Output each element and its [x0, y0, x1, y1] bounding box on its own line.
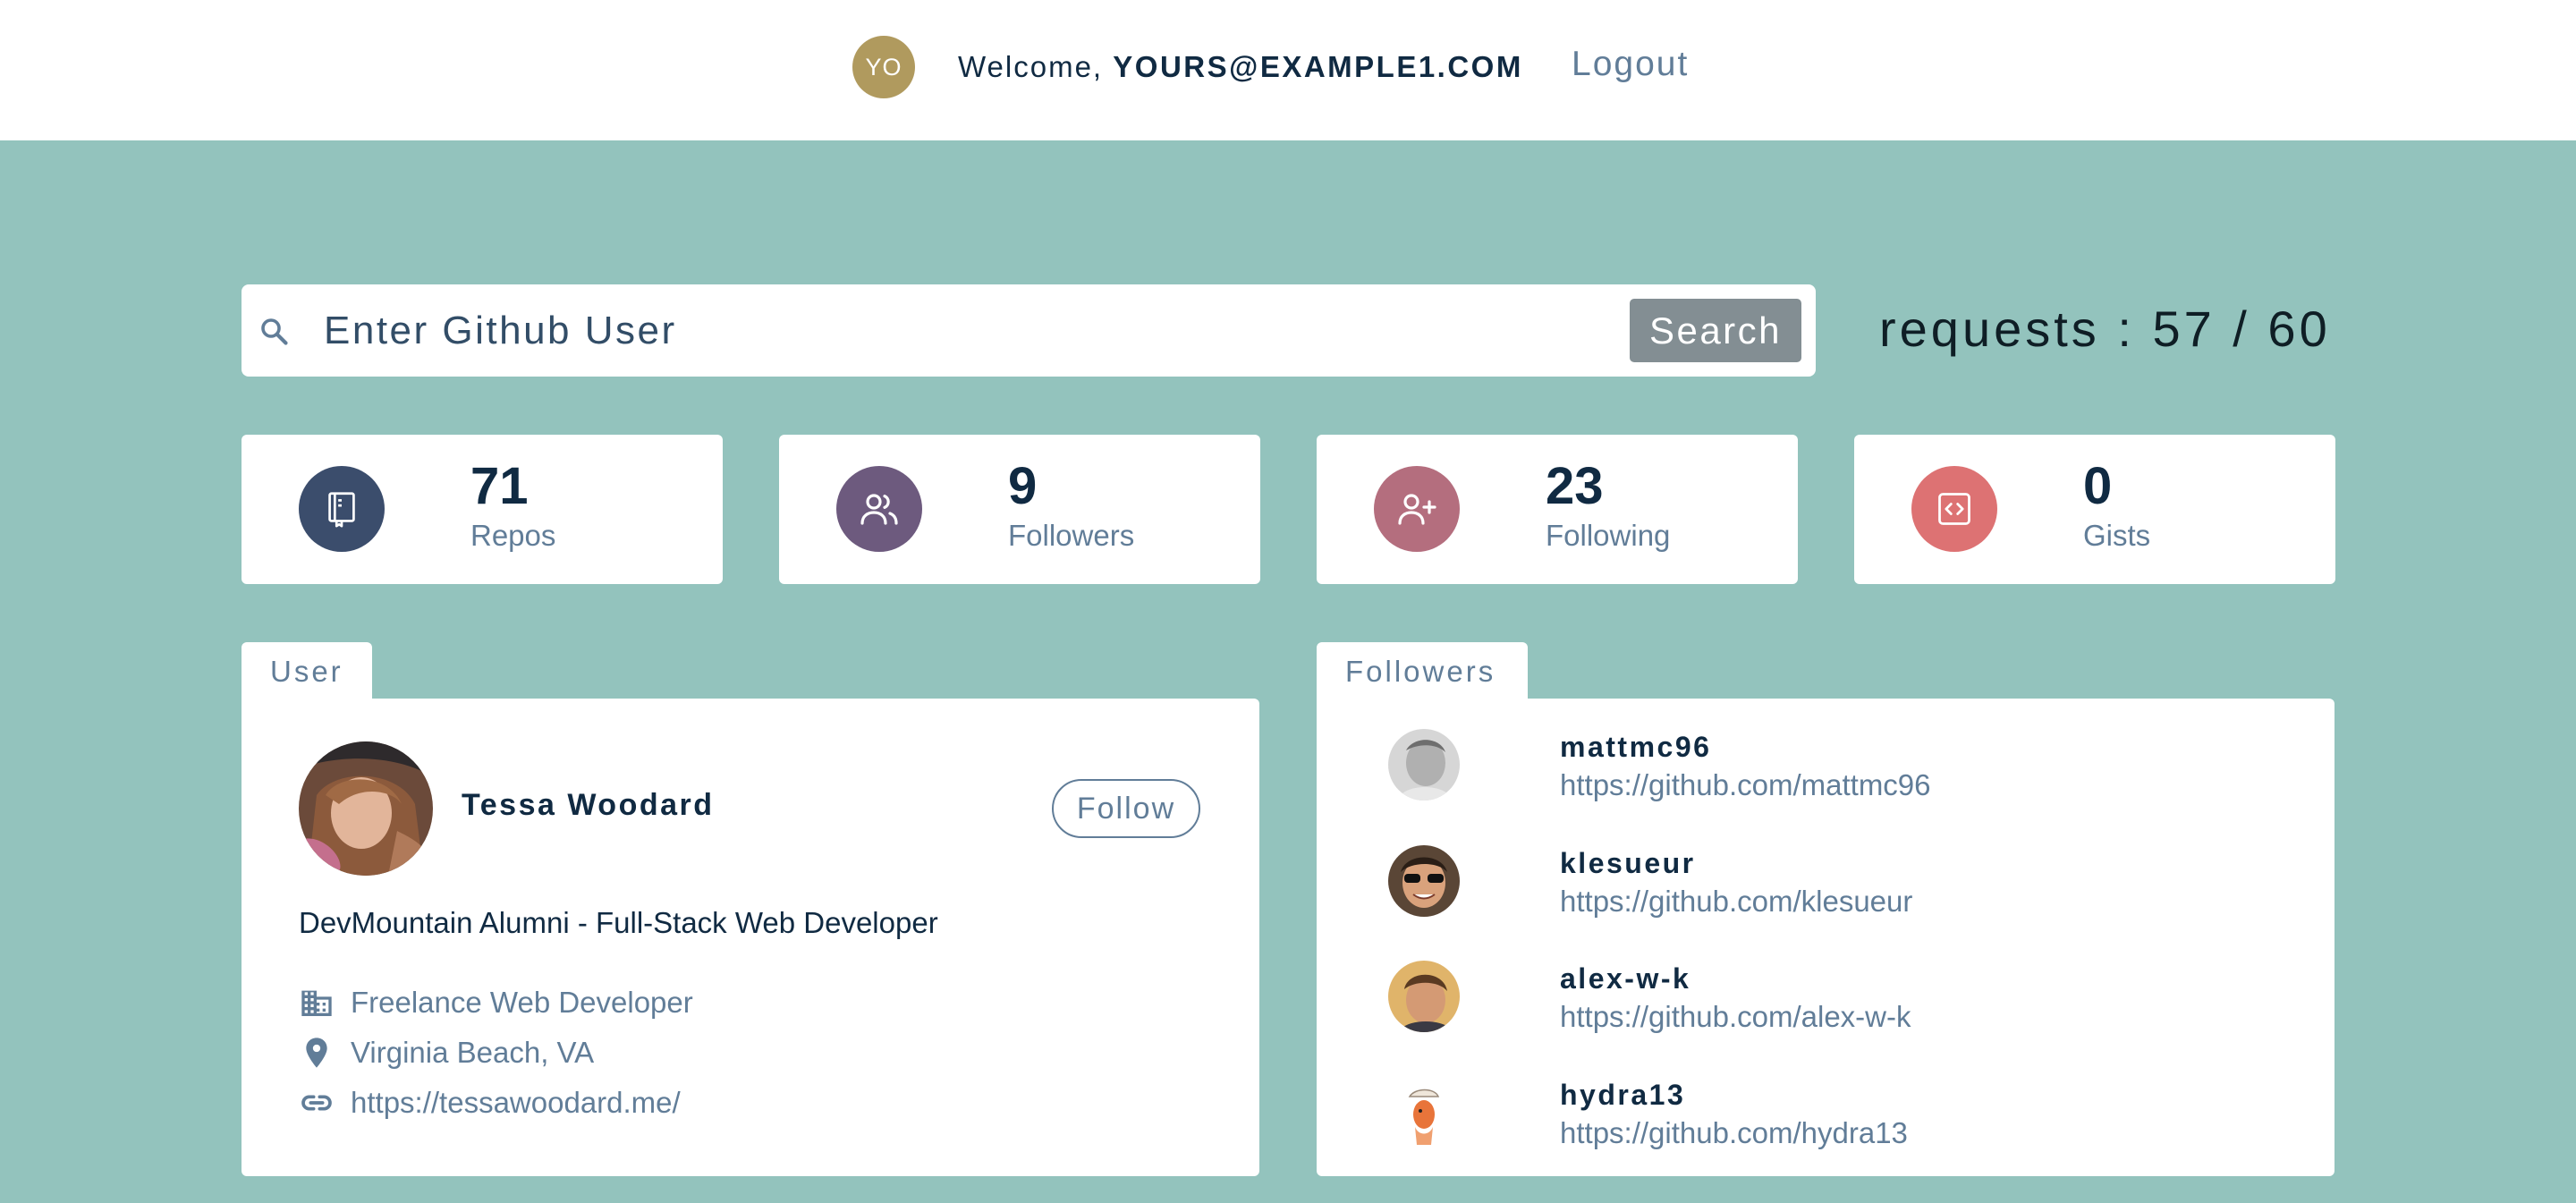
- stat-value: 0: [2083, 457, 2113, 515]
- stat-card-gists: 0 Gists: [1854, 435, 2335, 584]
- user-bio: DevMountain Alumni - Full-Stack Web Deve…: [299, 906, 938, 939]
- stat-card-following: 23 Following: [1317, 435, 1798, 584]
- stat-value: 9: [1008, 457, 1038, 515]
- rate-limit-requests: requests : 57 / 60: [1879, 301, 2331, 357]
- follower-login: hydra13: [1560, 1079, 1686, 1111]
- follow-button[interactable]: Follow: [1052, 779, 1200, 838]
- user-panel: Tessa Woodard Follow DevMountain Alumni …: [242, 699, 1259, 1176]
- follower-item: mattmc96 https://github.com/mattmc96: [1388, 729, 2283, 809]
- follower-login: klesueur: [1560, 847, 1696, 879]
- top-navbar: YO Welcome, YOURS@EXAMPLE1.COM Logout: [0, 0, 2576, 140]
- stat-card-followers: 9 Followers: [779, 435, 1260, 584]
- welcome-message: Welcome, YOURS@EXAMPLE1.COM: [958, 50, 1523, 84]
- follower-url[interactable]: https://github.com/klesueur: [1560, 885, 1912, 919]
- user-email: YOURS@EXAMPLE1.COM: [1113, 50, 1523, 83]
- logout-button[interactable]: Logout: [1572, 45, 1689, 84]
- search-icon: [261, 318, 288, 345]
- search-form: [242, 284, 1844, 377]
- avatar-initials: YO: [865, 53, 902, 80]
- follower-item: hydra13 https://github.com/hydra13: [1388, 1077, 2283, 1157]
- user-avatar: [299, 741, 433, 876]
- stat-value: 71: [470, 457, 529, 515]
- follower-url[interactable]: https://github.com/hydra13: [1560, 1116, 1908, 1150]
- follower-avatar: [1388, 1077, 1460, 1148]
- follower-item: klesueur https://github.com/klesueur: [1388, 845, 2283, 926]
- user-blog-link[interactable]: https://tessawoodard.me/: [351, 1086, 681, 1120]
- building-icon: [301, 990, 332, 1016]
- follower-login: mattmc96: [1560, 731, 1712, 763]
- follower-login: alex-w-k: [1560, 962, 1691, 995]
- welcome-prefix: Welcome,: [958, 50, 1114, 83]
- stat-label: Following: [1546, 519, 1671, 552]
- stat-label: Followers: [1008, 519, 1135, 552]
- search-input[interactable]: [324, 304, 1844, 358]
- link-icon: [301, 1095, 332, 1111]
- stat-label: Repos: [470, 519, 556, 552]
- stat-value: 23: [1546, 457, 1604, 515]
- follower-avatar: [1388, 845, 1460, 917]
- user-panel-tab: User: [242, 642, 372, 701]
- follower-url[interactable]: https://github.com/alex-w-k: [1560, 1000, 1911, 1034]
- followers-panel: mattmc96 https://github.com/mattmc96 kle…: [1317, 699, 2334, 1176]
- stat-card-repos: 71 Repos: [242, 435, 723, 584]
- follower-avatar: [1388, 961, 1460, 1032]
- follower-item: alex-w-k https://github.com/alex-w-k: [1388, 961, 2283, 1041]
- user-company: Freelance Web Developer: [299, 983, 693, 1022]
- location-pin-icon: [306, 1038, 327, 1068]
- user-location-text: Virginia Beach, VA: [351, 1036, 595, 1069]
- follower-avatar: [1388, 729, 1460, 801]
- user-location: Virginia Beach, VA: [299, 1033, 594, 1072]
- user-blog: https://tessawoodard.me/: [299, 1083, 681, 1123]
- search-button[interactable]: Search: [1630, 299, 1801, 362]
- avatar: YO: [852, 36, 915, 98]
- user-plus-icon: [1374, 466, 1460, 552]
- book-icon: [299, 466, 385, 552]
- users-icon: [836, 466, 922, 552]
- followers-panel-tab: Followers: [1317, 642, 1528, 701]
- user-company-text: Freelance Web Developer: [351, 986, 693, 1019]
- stat-label: Gists: [2083, 519, 2151, 552]
- code-icon: [1911, 466, 1997, 552]
- user-name: Tessa Woodard: [462, 788, 715, 822]
- follower-url[interactable]: https://github.com/mattmc96: [1560, 768, 1931, 802]
